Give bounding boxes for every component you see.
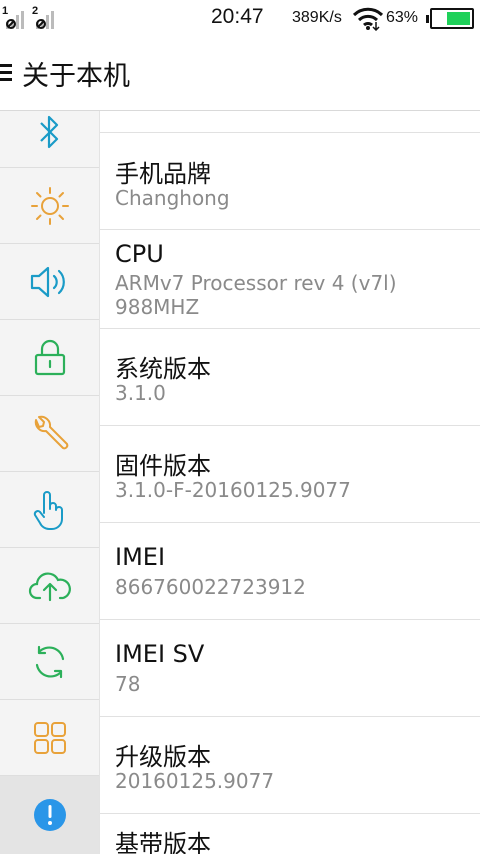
item-label: 升级版本	[115, 743, 211, 771]
sim2-signal-icon: 2	[32, 5, 56, 30]
item-value: 78	[115, 672, 141, 696]
item-label: 基带版本	[115, 830, 211, 854]
menu-icon[interactable]	[0, 64, 12, 82]
lock-icon	[34, 339, 65, 375]
list-item-brand[interactable]: 手机品牌 Changhong	[100, 133, 480, 230]
bluetooth-icon	[39, 115, 58, 148]
list-item-cpu[interactable]: CPU ARMv7 Processor rev 4 (v7l) 988MHZ	[100, 230, 480, 329]
item-value: Changhong	[115, 186, 230, 210]
sidebar-item-security[interactable]	[0, 320, 99, 396]
sync-icon	[35, 645, 64, 678]
wifi-icon	[352, 7, 384, 31]
status-bar: 1 2 20:47 389K/s 63%	[0, 0, 480, 36]
item-value: 3.1.0	[115, 381, 166, 405]
item-value: 20160125.9077	[115, 769, 275, 793]
settings-sidebar	[0, 111, 100, 854]
page-title: 关于本机	[22, 61, 130, 92]
list-item-baseband-version[interactable]: 基带版本	[100, 814, 480, 854]
item-label: 手机品牌	[115, 160, 211, 188]
wrench-icon	[34, 415, 68, 449]
app-header: 关于本机	[0, 36, 480, 110]
apps-grid-icon	[33, 721, 66, 754]
sidebar-item-sound[interactable]	[0, 244, 99, 320]
brightness-icon	[30, 186, 69, 225]
list-item-partial	[100, 111, 480, 133]
sidebar-item-update[interactable]	[0, 624, 99, 700]
sidebar-item-display[interactable]	[0, 168, 99, 244]
sidebar-item-bluetooth[interactable]	[0, 110, 99, 168]
list-item-system-version[interactable]: 系统版本 3.1.0	[100, 329, 480, 426]
item-label: CPU	[115, 240, 164, 268]
sound-icon	[30, 266, 65, 297]
device-info-list: 手机品牌 Changhong CPU ARMv7 Processor rev 4…	[100, 111, 480, 854]
touch-icon	[33, 490, 63, 530]
info-icon	[33, 799, 66, 831]
item-value: 3.1.0-F-20160125.9077	[115, 478, 351, 502]
battery-level-fill	[447, 12, 470, 25]
list-item-firmware-version[interactable]: 固件版本 3.1.0-F-20160125.9077	[100, 426, 480, 523]
network-speed: 389K/s	[292, 9, 342, 26]
cloud-upload-icon	[28, 571, 71, 601]
list-item-update-version[interactable]: 升级版本 20160125.9077	[100, 717, 480, 814]
item-value: ARMv7 Processor rev 4 (v7l) 988MHZ	[115, 271, 397, 319]
item-label: IMEI SV	[115, 640, 205, 668]
status-clock: 20:47	[211, 5, 264, 28]
sim1-signal-icon: 1	[2, 5, 26, 30]
sidebar-item-apps[interactable]	[0, 700, 99, 776]
battery-percent: 63%	[386, 9, 419, 26]
item-label: 固件版本	[115, 452, 211, 480]
sidebar-item-about[interactable]	[0, 776, 99, 854]
item-label: 系统版本	[115, 355, 211, 383]
battery-icon	[426, 8, 474, 29]
list-item-imei[interactable]: IMEI 866760022723912	[100, 523, 480, 620]
list-item-imei-sv[interactable]: IMEI SV 78	[100, 620, 480, 717]
sidebar-item-gestures[interactable]	[0, 472, 99, 548]
sidebar-item-backup[interactable]	[0, 548, 99, 624]
item-label: IMEI	[115, 543, 166, 571]
item-value: 866760022723912	[115, 575, 306, 599]
sidebar-item-tools[interactable]	[0, 396, 99, 472]
